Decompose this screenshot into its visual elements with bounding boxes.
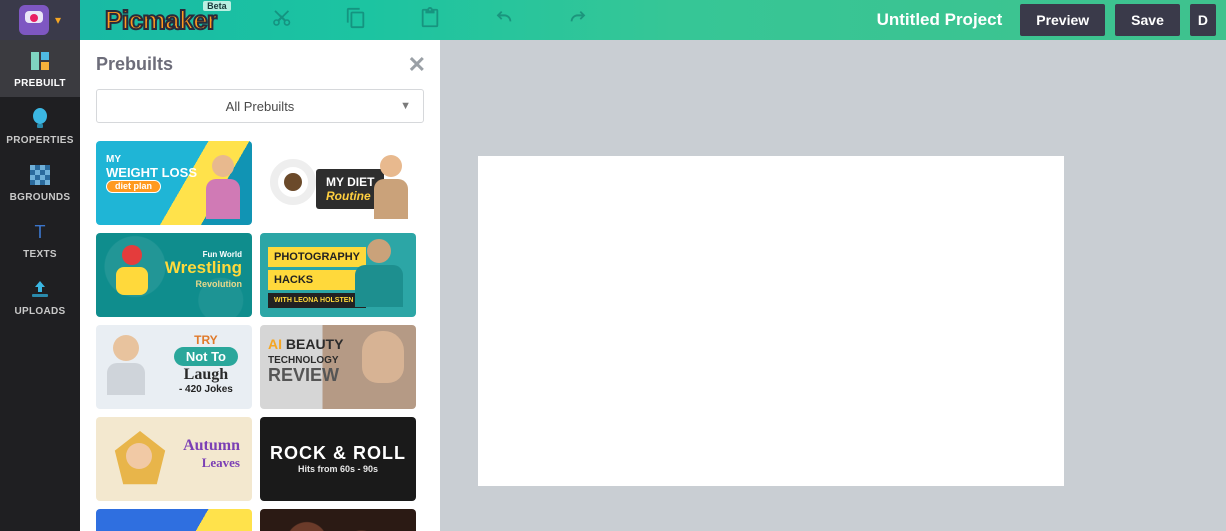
chevron-down-icon: ▾ bbox=[55, 13, 61, 27]
thumb-text: ROCK & ROLL bbox=[270, 444, 406, 463]
coffee-cup-icon bbox=[270, 159, 316, 205]
app-logo[interactable]: Picmaker Beta bbox=[80, 0, 235, 40]
thumb-text: WEIGHT LOSS bbox=[106, 165, 197, 180]
blank-canvas[interactable] bbox=[478, 156, 1064, 486]
rail-label: PREBUILT bbox=[0, 78, 80, 89]
rail-item-properties[interactable]: PROPERTIES bbox=[0, 97, 80, 154]
rail-label: BGROUNDS bbox=[0, 192, 80, 203]
caret-down-icon: ▼ bbox=[400, 100, 411, 112]
thumb-text: Leaves bbox=[183, 455, 240, 471]
account-menu[interactable]: ▾ bbox=[0, 0, 80, 40]
template-thumb[interactable]: AI BEAUTY TECHNOLOGY REVIEW bbox=[260, 325, 416, 409]
template-thumb[interactable]: ROCK & ROLL Hits from 60s - 90s bbox=[260, 417, 416, 501]
dropdown-label: All Prebuilts bbox=[226, 99, 295, 114]
thumb-text: Routine bbox=[326, 189, 371, 203]
left-tool-rail: PREBUILT PROPERTIES BGROUNDS T TEXTS UPL… bbox=[0, 40, 80, 531]
svg-text:T: T bbox=[35, 222, 46, 242]
thumb-text: TRY bbox=[174, 333, 238, 347]
lightbulb-icon bbox=[0, 107, 80, 129]
thumb-text: Hits from 60s - 90s bbox=[270, 465, 406, 474]
template-thumb[interactable]: DIY bbox=[260, 509, 416, 531]
prebuilts-filter-dropdown[interactable]: All Prebuilts ▼ bbox=[96, 89, 424, 123]
thumb-text: Wrestling bbox=[165, 258, 242, 277]
template-thumb[interactable]: PHOTOGRAPHY HACKS WITH LEONA HOLSTEN bbox=[260, 233, 416, 317]
template-thumb[interactable]: Autumn Leaves bbox=[96, 417, 252, 501]
prebuilts-scroll[interactable]: MY WEIGHT LOSS diet plan MY DIET Routine… bbox=[96, 141, 424, 531]
rail-label: TEXTS bbox=[0, 249, 80, 260]
text-icon: T bbox=[0, 221, 80, 243]
project-title[interactable]: Untitled Project bbox=[877, 10, 1003, 30]
thumb-text: REVIEW bbox=[268, 365, 339, 385]
close-panel-button[interactable]: ✕ bbox=[408, 52, 426, 78]
canvas-area[interactable] bbox=[440, 40, 1226, 531]
panel-title: Prebuilts bbox=[96, 54, 424, 75]
avatar-icon bbox=[19, 5, 49, 35]
template-thumb[interactable]: MY DIET Routine bbox=[260, 141, 416, 225]
upload-icon bbox=[0, 278, 80, 300]
rail-label: PROPERTIES bbox=[0, 135, 80, 146]
copy-icon bbox=[345, 7, 367, 29]
copy-button[interactable] bbox=[319, 7, 393, 34]
prebuilt-icon bbox=[0, 50, 80, 72]
thumb-text: AI bbox=[268, 336, 282, 352]
thumb-text: Laugh bbox=[174, 366, 238, 384]
thumb-text: Autumn bbox=[183, 437, 240, 455]
scissors-icon bbox=[271, 7, 293, 29]
editor-toolbar bbox=[245, 7, 615, 34]
paste-button[interactable] bbox=[393, 7, 467, 34]
thumb-text: - 420 Jokes bbox=[174, 384, 238, 395]
cut-button[interactable] bbox=[245, 7, 319, 34]
undo-button[interactable] bbox=[467, 7, 541, 34]
rail-item-prebuilt[interactable]: PREBUILT bbox=[0, 40, 80, 97]
checker-icon bbox=[0, 164, 80, 186]
thumb-text: MY bbox=[106, 154, 121, 165]
thumb-text: Revolution bbox=[165, 280, 242, 289]
template-thumb[interactable]: TRY Not To Laugh - 420 Jokes bbox=[96, 325, 252, 409]
download-button[interactable]: D bbox=[1190, 4, 1216, 36]
app-header: ▾ Picmaker Beta Untitled Project Preview… bbox=[0, 0, 1226, 40]
child-face-icon bbox=[126, 443, 152, 469]
template-thumb[interactable]: 10 bbox=[96, 509, 252, 531]
redo-icon bbox=[567, 7, 589, 29]
thumb-text: diet plan bbox=[106, 180, 161, 193]
rail-label: UPLOADS bbox=[0, 306, 80, 317]
prebuilts-panel: Prebuilts ✕ All Prebuilts ▼ MY WEIGHT LO… bbox=[80, 40, 440, 531]
undo-icon bbox=[493, 7, 515, 29]
redo-button[interactable] bbox=[541, 7, 615, 34]
rail-item-uploads[interactable]: UPLOADS bbox=[0, 268, 80, 325]
beta-badge: Beta bbox=[203, 1, 231, 11]
paste-icon bbox=[419, 7, 441, 29]
preview-button[interactable]: Preview bbox=[1020, 4, 1105, 36]
rail-item-bgrounds[interactable]: BGROUNDS bbox=[0, 154, 80, 211]
template-thumb[interactable]: MY WEIGHT LOSS diet plan bbox=[96, 141, 252, 225]
template-thumb[interactable]: Fun World Wrestling Revolution bbox=[96, 233, 252, 317]
thumb-text: BEAUTY bbox=[286, 336, 344, 352]
thumb-text: Not To bbox=[174, 347, 238, 366]
logo-text: Picmaker bbox=[105, 5, 217, 36]
save-button[interactable]: Save bbox=[1115, 4, 1180, 36]
rail-item-texts[interactable]: T TEXTS bbox=[0, 211, 80, 268]
